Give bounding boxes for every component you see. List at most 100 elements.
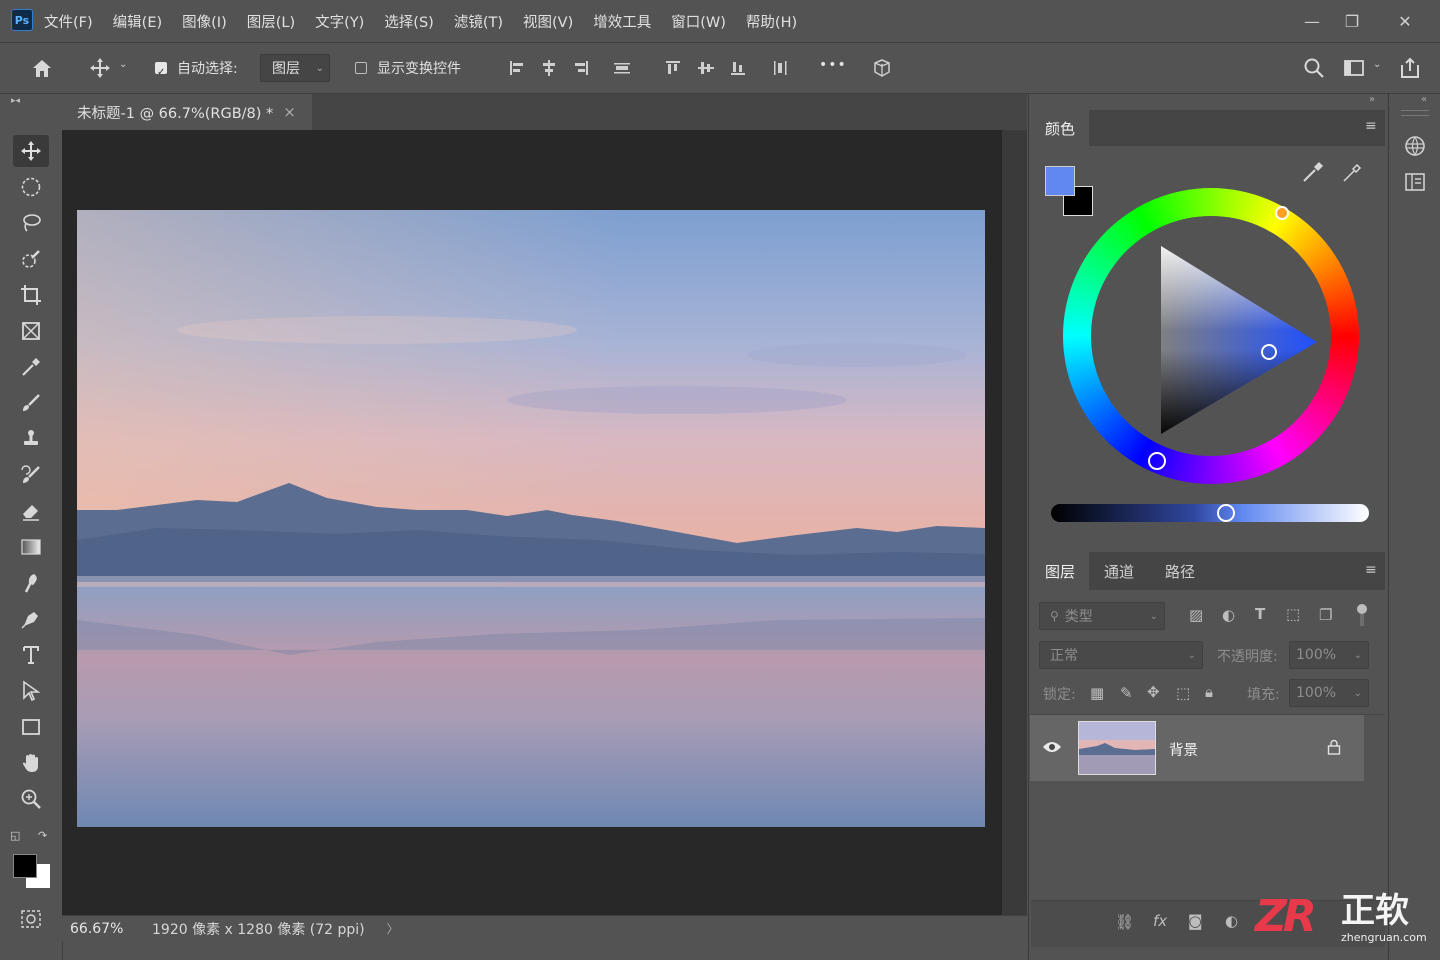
color-picker-icon[interactable] <box>1341 162 1363 184</box>
menu-help[interactable]: 帮助(H) <box>746 11 797 32</box>
menu-window[interactable]: 窗口(W) <box>671 11 726 32</box>
show-transform-checkbox[interactable] <box>355 62 367 74</box>
tab-paths[interactable]: 路径 <box>1165 561 1195 582</box>
layer-thumbnail[interactable] <box>1078 721 1156 775</box>
maximize-button[interactable]: ❐ <box>1337 6 1367 36</box>
eyedropper-tool-button[interactable] <box>13 351 49 383</box>
close-window-button[interactable]: ✕ <box>1390 6 1420 36</box>
more-options-button[interactable]: ••• <box>819 57 847 73</box>
layers-panel-menu-icon[interactable]: ≡ <box>1365 562 1377 578</box>
marquee-tool-button[interactable] <box>13 171 49 203</box>
brightness-slider-handle[interactable] <box>1217 504 1235 522</box>
menu-layer[interactable]: 图层(L) <box>247 11 295 32</box>
pen-tool-button[interactable] <box>13 603 49 635</box>
menu-select[interactable]: 选择(S) <box>384 11 434 32</box>
blur-tool-button[interactable] <box>13 567 49 599</box>
eyedropper-icon[interactable] <box>1301 160 1325 184</box>
frame-tool-button[interactable] <box>13 315 49 347</box>
eraser-tool-button[interactable] <box>13 495 49 527</box>
tool-preset-chevron-icon[interactable]: ⌄ <box>119 59 127 70</box>
close-tab-icon[interactable]: × <box>283 103 296 121</box>
lock-artboard-icon[interactable]: ⬚ <box>1176 684 1190 702</box>
align-right-icon[interactable] <box>572 59 590 77</box>
history-brush-tool-button[interactable] <box>13 459 49 491</box>
auto-select-target-dropdown[interactable]: 图层 ⌄ <box>260 54 330 82</box>
lock-pixels-icon[interactable]: ✎ <box>1120 684 1133 702</box>
layer-name[interactable]: 背景 <box>1169 739 1198 760</box>
align-vcenter-icon[interactable] <box>697 59 715 77</box>
workspace-chevron-icon[interactable]: ⌄ <box>1373 59 1381 70</box>
opacity-input[interactable]: 100% ⌄ <box>1289 641 1369 669</box>
link-layers-icon[interactable]: ⛓ <box>1115 913 1134 931</box>
menu-edit[interactable]: 编辑(E) <box>113 11 162 32</box>
path-select-tool-button[interactable] <box>13 675 49 707</box>
add-mask-icon[interactable]: ◙ <box>1188 912 1203 930</box>
swap-colors-icon[interactable]: ↷ <box>38 829 47 842</box>
brightness-slider[interactable] <box>1051 504 1369 522</box>
menu-file[interactable]: 文件(F) <box>44 11 93 32</box>
default-colors-icon[interactable]: ◱ <box>10 829 20 842</box>
share-icon[interactable] <box>1398 56 1422 80</box>
libraries-icon[interactable] <box>1403 170 1427 194</box>
crop-tool-button[interactable] <box>13 279 49 311</box>
collapse-toolbar-icon[interactable]: ▸◂ <box>11 96 20 106</box>
hue-handle[interactable] <box>1275 206 1289 220</box>
filter-adjustment-icon[interactable]: ◐ <box>1222 606 1235 624</box>
filter-toggle-icon[interactable] <box>1357 604 1367 626</box>
collapse-iconstrip-icon[interactable]: « <box>1421 94 1427 105</box>
canvas-scrollbar[interactable] <box>1002 130 1027 915</box>
document-tab[interactable]: 未标题-1 @ 66.7%(RGB/8) * × <box>62 94 312 130</box>
adjustment-layer-icon[interactable]: ◐ <box>1225 912 1238 930</box>
distribute-vertical-icon[interactable] <box>612 59 632 77</box>
object-select-tool-button[interactable] <box>13 243 49 275</box>
clone-stamp-tool-button[interactable] <box>13 423 49 455</box>
align-top-icon[interactable] <box>664 59 682 77</box>
brush-tool-button[interactable] <box>13 387 49 419</box>
color-tab[interactable]: 颜色 <box>1031 110 1089 146</box>
menu-filter[interactable]: 滤镜(T) <box>454 11 503 32</box>
search-icon[interactable] <box>1303 57 1325 79</box>
secondary-hue-handle[interactable] <box>1148 452 1166 470</box>
quick-mask-icon[interactable] <box>20 908 42 930</box>
filter-shape-icon[interactable]: ⬚ <box>1286 605 1300 623</box>
filter-smart-object-icon[interactable]: ❐ <box>1319 606 1332 624</box>
filter-pixel-icon[interactable]: ▨ <box>1189 606 1203 624</box>
move-tool-icon[interactable] <box>89 57 111 79</box>
rectangle-tool-button[interactable] <box>13 711 49 743</box>
minimize-button[interactable]: — <box>1297 6 1327 36</box>
type-tool-button[interactable] <box>13 639 49 671</box>
lock-all-icon[interactable]: 🔒︎ <box>1205 683 1213 701</box>
auto-select-checkbox[interactable] <box>155 62 167 74</box>
3d-mode-icon[interactable] <box>872 58 892 78</box>
tab-layers[interactable]: 图层 <box>1031 552 1089 590</box>
tab-channels[interactable]: 通道 <box>1104 561 1134 582</box>
eye-icon[interactable] <box>1042 740 1062 754</box>
color-panel-menu-icon[interactable]: ≡ <box>1365 118 1377 134</box>
menu-plugins[interactable]: 增效工具 <box>593 11 651 32</box>
lasso-tool-button[interactable] <box>13 207 49 239</box>
align-hcenter-icon[interactable] <box>540 59 558 77</box>
foreground-color-swatch[interactable] <box>13 854 37 878</box>
saturation-handle[interactable] <box>1261 344 1277 360</box>
zoom-tool-button[interactable] <box>13 783 49 815</box>
layer-filter-dropdown[interactable]: ⚲ 类型 ⌄ <box>1039 602 1165 630</box>
align-left-icon[interactable] <box>508 59 526 77</box>
distribute-horizontal-icon[interactable] <box>771 59 789 77</box>
align-bottom-icon[interactable] <box>729 59 747 77</box>
gradient-tool-button[interactable] <box>13 531 49 563</box>
zoom-level[interactable]: 66.67% <box>70 921 150 937</box>
collapse-panels-icon[interactable]: » <box>1369 94 1375 105</box>
filter-type-icon[interactable]: T <box>1255 605 1265 623</box>
lock-position-icon[interactable]: ✥ <box>1147 683 1160 701</box>
status-menu-icon[interactable]: 〉 <box>387 920 399 937</box>
blend-mode-dropdown[interactable]: 正常 ⌄ <box>1039 641 1203 669</box>
hand-tool-button[interactable] <box>13 747 49 779</box>
layer-row[interactable]: 背景 <box>1030 715 1364 781</box>
move-tool-button[interactable] <box>13 135 49 167</box>
learn-icon[interactable] <box>1403 134 1427 158</box>
lock-transparency-icon[interactable]: ▦ <box>1090 684 1104 702</box>
menu-view[interactable]: 视图(V) <box>523 11 573 32</box>
home-icon[interactable] <box>30 57 54 79</box>
color-triangle[interactable] <box>1149 244 1329 439</box>
menu-image[interactable]: 图像(I) <box>182 11 227 32</box>
